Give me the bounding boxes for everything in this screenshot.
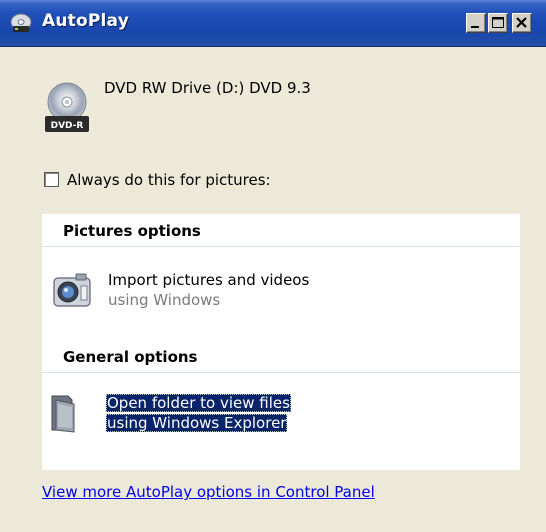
option-title: Open folder to view files: [106, 394, 291, 412]
option-subtitle: using Windows Explorer: [106, 414, 288, 432]
autoplay-window: AutoPlay DVD-R DVD RW Drive (D:) DVD 9.3…: [0, 0, 546, 532]
maximize-button[interactable]: [488, 13, 508, 33]
always-do-this-label[interactable]: Always do this for pictures:: [67, 171, 271, 189]
option-title: Import pictures and videos: [108, 271, 310, 289]
device-title: DVD RW Drive (D:) DVD 9.3: [104, 79, 311, 97]
minimize-icon: [471, 26, 479, 28]
folder-icon: [46, 390, 92, 434]
options-panel: Pictures options Import pictures and vid…: [42, 214, 520, 470]
autoplay-icon: [9, 12, 33, 34]
always-do-this-checkbox[interactable]: [44, 172, 59, 187]
close-button[interactable]: [512, 13, 532, 33]
section-header-label: General options: [63, 348, 198, 366]
dvd-r-label: DVD-R: [51, 121, 84, 131]
close-icon: [516, 17, 527, 28]
section-header-label: Pictures options: [63, 222, 201, 240]
control-panel-link[interactable]: View more AutoPlay options in Control Pa…: [42, 483, 375, 501]
section-header-general: General options: [42, 342, 520, 373]
title-bar[interactable]: AutoPlay: [0, 0, 546, 47]
minimize-button[interactable]: [466, 13, 486, 33]
camera-icon: [50, 268, 96, 312]
option-subtitle: using Windows: [108, 291, 221, 309]
section-header-pictures: Pictures options: [42, 216, 520, 247]
option-import-pictures[interactable]: Import pictures and videos using Windows: [42, 258, 520, 318]
dvd-r-icon: DVD-R: [44, 82, 90, 134]
maximize-icon: [492, 17, 504, 28]
window-title: AutoPlay: [42, 11, 129, 31]
option-open-folder[interactable]: Open folder to view files using Windows …: [42, 380, 520, 440]
